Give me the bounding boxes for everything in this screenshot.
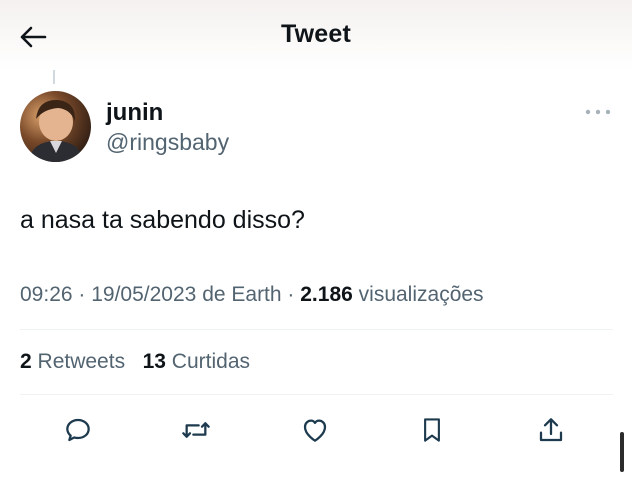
like-icon	[303, 419, 327, 442]
scrollbar[interactable]	[620, 432, 624, 472]
retweets-stat[interactable]: 2 Retweets	[20, 350, 125, 373]
action-bar	[0, 410, 632, 450]
views-count: 2.186	[300, 283, 353, 306]
retweets-count: 2	[20, 350, 32, 373]
author-display-name[interactable]: junin	[106, 99, 163, 127]
avatar[interactable]	[20, 91, 91, 162]
thread-line	[53, 70, 55, 84]
tweet-text: a nasa ta sabendo disso?	[20, 206, 305, 234]
share-icon	[539, 418, 563, 442]
tweet-source: de Earth	[202, 283, 282, 306]
likes-count: 13	[142, 350, 166, 373]
likes-stat[interactable]: 13 Curtidas	[143, 350, 250, 373]
retweet-button[interactable]	[176, 410, 216, 450]
divider	[20, 329, 613, 330]
like-button[interactable]	[295, 410, 335, 450]
more-icon	[585, 109, 611, 115]
page-title: Tweet	[281, 20, 351, 48]
share-button[interactable]	[531, 410, 571, 450]
likes-label: Curtidas	[171, 350, 250, 373]
bookmark-button[interactable]	[412, 410, 452, 450]
retweets-label: Retweets	[37, 350, 126, 373]
tweet-meta: 09:26 · 19/05/2023 de Earth · 2.186 visu…	[20, 283, 484, 307]
meta-separator: ·	[78, 283, 92, 306]
tweet-date[interactable]: 19/05/2023	[91, 283, 196, 306]
more-options-button[interactable]	[584, 104, 612, 120]
divider	[20, 394, 613, 395]
retweet-icon	[182, 422, 210, 438]
views-label: visualizações	[358, 283, 484, 306]
meta-separator: ·	[287, 283, 301, 306]
tweet-time[interactable]: 09:26	[20, 283, 73, 306]
top-bar: Tweet	[0, 0, 632, 72]
tweet-stats: 2 Retweets 13 Curtidas	[20, 350, 250, 374]
bookmark-icon	[424, 418, 440, 442]
author-handle[interactable]: @ringsbaby	[106, 129, 229, 156]
reply-button[interactable]	[58, 410, 98, 450]
reply-icon	[66, 418, 90, 442]
